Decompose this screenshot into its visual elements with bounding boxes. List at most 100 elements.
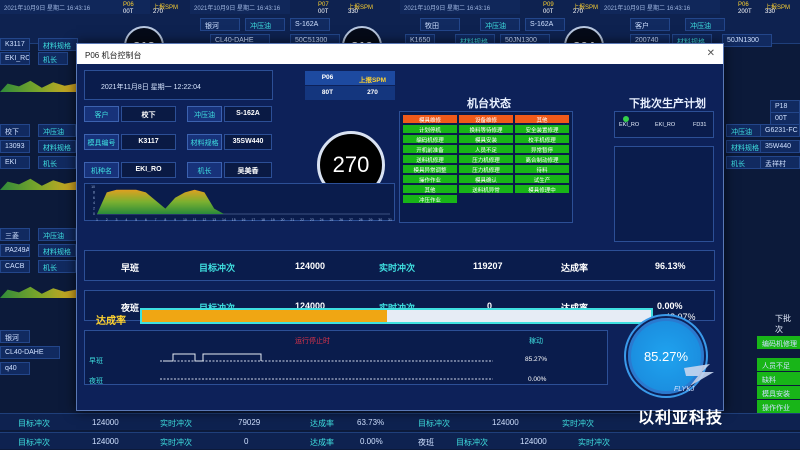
chart-area-series <box>97 189 390 214</box>
next-plan-panel: EKI_RO EKI_RO FD31 <box>614 111 714 138</box>
bg-status-cell: 模具安装 <box>757 386 800 399</box>
status-cell[interactable]: 离合制动修理 <box>515 155 569 163</box>
bg-cell: G6231-FC <box>760 124 800 137</box>
chart-x-tick: 22 <box>300 218 304 222</box>
mold-value: K3117 <box>121 134 176 150</box>
bg-cell: 银河 <box>200 18 240 31</box>
chart-y-tick: 4 <box>93 201 95 205</box>
machine-label: 机种名 <box>84 162 119 178</box>
chart-x-tick: 8 <box>164 218 166 222</box>
status-cell[interactable]: 计划停机 <box>403 125 457 133</box>
machine-status-title: 机台状态 <box>467 98 511 110</box>
status-cell[interactable]: 换料等待修理 <box>459 125 513 133</box>
bg-cell: CL40-DAHE <box>0 346 60 359</box>
close-icon[interactable]: ✕ <box>707 48 715 59</box>
status-cell[interactable]: 校平机修理 <box>515 135 569 143</box>
bg-spm: 330 <box>765 9 776 15</box>
bg-label: 材料规格 <box>38 38 78 51</box>
status-cell[interactable]: 异常暂停 <box>515 145 569 153</box>
spm-value: 270 <box>350 86 395 100</box>
chart-y-tick: 0 <box>93 212 95 216</box>
datetime-panel: 2021年11月8日 星期一 12:22:04 <box>84 70 273 100</box>
status-cell[interactable]: 待料 <box>515 165 569 173</box>
bg-status-cell: 缺料 <box>757 372 800 385</box>
status-cell[interactable]: 压力机修理 <box>459 165 513 173</box>
status-cell[interactable]: 送料机修理 <box>403 155 457 163</box>
bg-tonnage: 00T <box>318 9 329 15</box>
status-cell[interactable]: 安全装置修理 <box>515 125 569 133</box>
bg-cell: CACB <box>0 260 30 273</box>
machine-status-panel: 模具维修 设备维修 其他 计划停机 换料等待修理 安全装置修理 编码机修理 模具安装 校平机修理… <box>399 111 573 223</box>
rate-label: 达成率 <box>561 263 589 273</box>
night-utilization: 0.00% <box>528 376 547 383</box>
bg-rate-value: 63.73% <box>357 418 385 427</box>
chart-x-tick: 12 <box>202 218 206 222</box>
status-cell[interactable]: 模具安装 <box>459 135 513 143</box>
bg-label: 机长 <box>38 156 76 169</box>
bg-cell: 三菱 <box>0 228 30 241</box>
bg-status-cell: 人员不足 <box>757 358 800 371</box>
status-cell[interactable]: 压力机修理 <box>459 155 513 163</box>
bg-spm: 270 <box>573 9 584 15</box>
bg-cell: 孟祥村 <box>760 156 800 169</box>
bg-label: 冲压油 <box>245 18 285 31</box>
mold-label: 模具编号 <box>84 134 119 150</box>
status-cell[interactable]: 模具维修 <box>403 115 457 123</box>
status-cell[interactable]: 模具修理中 <box>515 185 569 193</box>
bg-cell: PA249A <box>0 244 30 257</box>
bg-target-label: 目标冲次 <box>18 438 50 447</box>
next-plan-detail-panel <box>614 146 714 242</box>
chart-x-tick: 16 <box>242 218 246 222</box>
bg-real-value: 0 <box>244 437 249 446</box>
bg-status-cell: 操作作业 <box>757 400 800 413</box>
bg-target-value: 124000 <box>92 418 119 427</box>
bg-target-label: 目标冲次 <box>456 438 488 447</box>
machine-console-dialog[interactable]: P06 机台控制台 ✕ 2021年11月8日 星期一 12:22:04 客户 校… <box>76 43 724 411</box>
bg-tonnage: 00T <box>123 9 134 15</box>
oil-value: S-162A <box>224 106 272 122</box>
chart-x-tick: 10 <box>183 218 187 222</box>
bg-cell: 校下 <box>0 124 30 137</box>
status-cell[interactable]: 开机前准备 <box>403 145 457 153</box>
status-cell[interactable]: 设备维修 <box>459 115 513 123</box>
bg-rate-label: 达成率 <box>310 438 334 447</box>
spec-label: 材料规格 <box>187 134 222 150</box>
bg-real-label: 实时冲次 <box>562 419 594 428</box>
bg-cell: 50JN1300 <box>722 34 772 47</box>
status-cell[interactable]: 编码机修理 <box>403 135 457 143</box>
utilization-title: 稼动 <box>529 338 543 345</box>
press-tonnage: 80T <box>305 86 350 100</box>
bg-status-cell: 编码机修理 <box>757 336 800 349</box>
bg-cell: 牧田 <box>420 18 460 31</box>
chart-x-tick: 31 <box>388 218 392 222</box>
status-cell[interactable]: 人员不足 <box>459 145 513 153</box>
machine-value: EKI_RO <box>121 162 176 178</box>
chart-x-tick: 13 <box>212 218 216 222</box>
bg-cell: S-162A <box>290 18 330 31</box>
chart-y-tick: 10 <box>91 185 95 189</box>
dialog-titlebar[interactable]: P06 机台控制台 ✕ <box>77 44 723 64</box>
status-cell[interactable]: 冲压作业 <box>403 195 457 203</box>
chart-x-tick: 26 <box>339 218 343 222</box>
bg-tonnage: 200T <box>738 9 752 15</box>
status-cell[interactable]: 模具确认 <box>459 175 513 183</box>
bg-date-strip: 2021年10月9日 星期二 16:43:16 <box>190 0 290 14</box>
bg-label: 机长 <box>38 260 76 273</box>
chart-x-tick: 11 <box>193 218 197 222</box>
chart-y-tick: 8 <box>93 190 95 194</box>
bg-cell: q40 <box>0 362 30 375</box>
bg-cell: EKI_RO <box>0 52 30 65</box>
status-cell[interactable]: 其他 <box>515 115 569 123</box>
bg-target-label: 目标冲次 <box>18 419 50 428</box>
status-cell[interactable]: 送料机异常 <box>459 185 513 193</box>
status-cell[interactable]: 试生产 <box>515 175 569 183</box>
status-cell[interactable]: 操作作业 <box>403 175 457 183</box>
status-cell[interactable]: 其他 <box>403 185 457 193</box>
datetime-text: 2021年11月8日 星期一 12:22:04 <box>101 84 201 91</box>
press-info-box: P06 上报SPM 80T 270 <box>305 71 395 100</box>
bg-label: 机长 <box>38 52 68 65</box>
real-value: 119207 <box>473 261 503 271</box>
dialog-title: P06 机台控制台 <box>85 51 142 60</box>
status-cell[interactable]: 模具异常调整 <box>403 165 457 173</box>
bg-shift-label: 夜班 <box>418 438 434 447</box>
